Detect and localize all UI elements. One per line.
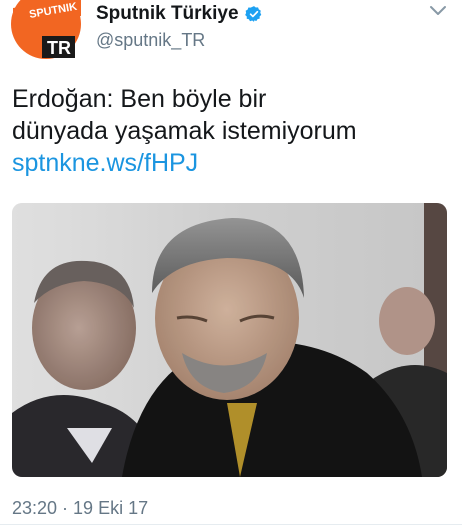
- verified-badge-icon: [244, 6, 261, 22]
- tweet-photo[interactable]: [12, 203, 447, 477]
- avatar-text-bottom: TR: [47, 38, 71, 58]
- chevron-down-icon[interactable]: [428, 4, 448, 18]
- tweet-link[interactable]: sptnkne.ws/fHPJ: [12, 149, 198, 177]
- tweet-text: Erdoğan: Ben böyle bir dünyada yaşamak i…: [12, 83, 452, 179]
- tweet-card: SPUTNIK TR Sputnik Türkiye @sputnik_TR E…: [0, 0, 462, 526]
- avatar[interactable]: SPUTNIK TR: [11, 0, 81, 64]
- tweet-text-line: dünyada yaşamak istemiyorum: [12, 117, 357, 145]
- user-handle[interactable]: @sputnik_TR: [96, 30, 205, 51]
- divider: [0, 524, 462, 525]
- tweet-timestamp[interactable]: 23:20 · 19 Eki 17: [12, 498, 148, 519]
- tweet-text-line: Erdoğan: Ben böyle bir: [12, 85, 267, 113]
- display-name[interactable]: Sputnik Türkiye: [96, 3, 239, 25]
